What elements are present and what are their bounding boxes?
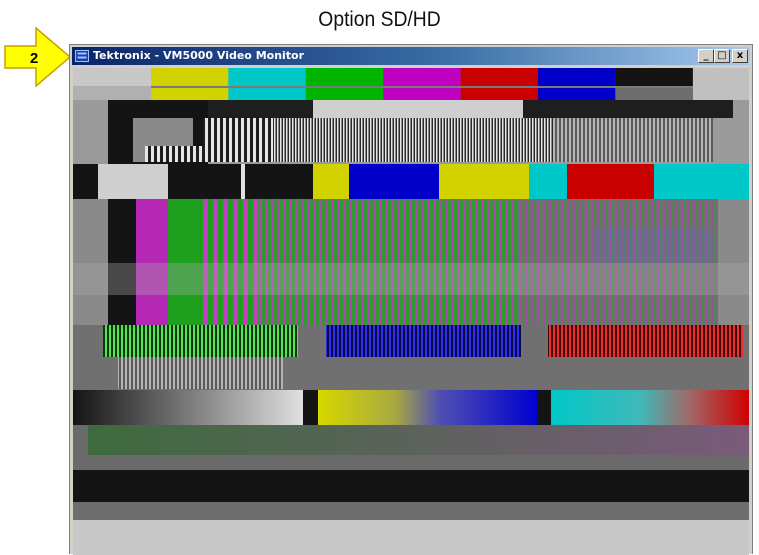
bottom-gray-band [73,502,749,520]
top-bar-red [460,68,538,86]
minimize-button[interactable]: _ [698,49,714,63]
top-band-left [73,68,151,86]
figure-caption: Option SD/HD [318,8,441,31]
bar-row2-cyan [654,164,749,199]
top-bar-magenta [383,68,461,86]
title-bar[interactable]: Tektronix - VM5000 Video Monitor _ □ x [72,47,750,65]
test-pattern [73,68,749,555]
bar-row2-cyan [529,164,567,199]
ramp-cyan-red [551,390,749,425]
bar-row2-yellow [439,164,529,199]
colorbar-row2-white [98,164,168,199]
ramp-yellow-blue [318,390,538,425]
pulse-top-dark-right [523,100,733,118]
top-color-bars [151,68,693,100]
top-bar-lower-red [460,88,538,100]
multiburst-bw-lower-left [145,146,215,162]
colorbar-row2-pulse [241,164,245,199]
video-display [73,68,749,555]
top-bar-blue [538,68,616,86]
pulse-top-white [313,100,523,118]
app-window: Tektronix - VM5000 Video Monitor _ □ x [69,44,753,555]
close-button[interactable]: x [732,49,748,63]
multiburst-bw-mid [273,118,553,162]
chroma-aliasing [593,228,713,264]
pulse-top-dark [208,100,313,118]
callout-number: 2 [29,50,39,67]
top-band-right [693,68,749,100]
bottom-white-band [73,520,749,555]
top-bar-lower-cyan [228,88,306,100]
top-bar-lower-blue [538,88,616,100]
app-icon [75,50,89,62]
top-band-left-lower [73,86,151,100]
ramp-green-magenta [88,425,749,455]
bottom-black-band [73,470,749,502]
colorbar-row2 [313,164,749,199]
maximize-button[interactable]: □ [714,49,730,63]
chroma-mid-band [73,263,749,295]
bar-row2-blue [349,164,439,199]
top-bar-lower-yellow [151,88,229,100]
ramp-black-white [73,390,303,425]
bar-row2-yellow [313,164,349,199]
green-burst [103,325,298,357]
blue-burst [326,325,521,357]
bw-burst-lower [118,357,283,389]
top-bar-green [305,68,384,86]
window-title: Tektronix - VM5000 Video Monitor [93,49,305,62]
top-bar-black [615,68,693,86]
top-bar-cyan [228,68,306,86]
multiburst-bw-high [553,118,713,162]
bar-row2-red [567,164,654,199]
top-bar-lower-magenta [383,88,461,100]
top-bar-lower-gray [615,88,693,100]
top-bar-lower-green [305,88,384,100]
red-burst [548,325,743,357]
top-bar-yellow [151,68,229,86]
